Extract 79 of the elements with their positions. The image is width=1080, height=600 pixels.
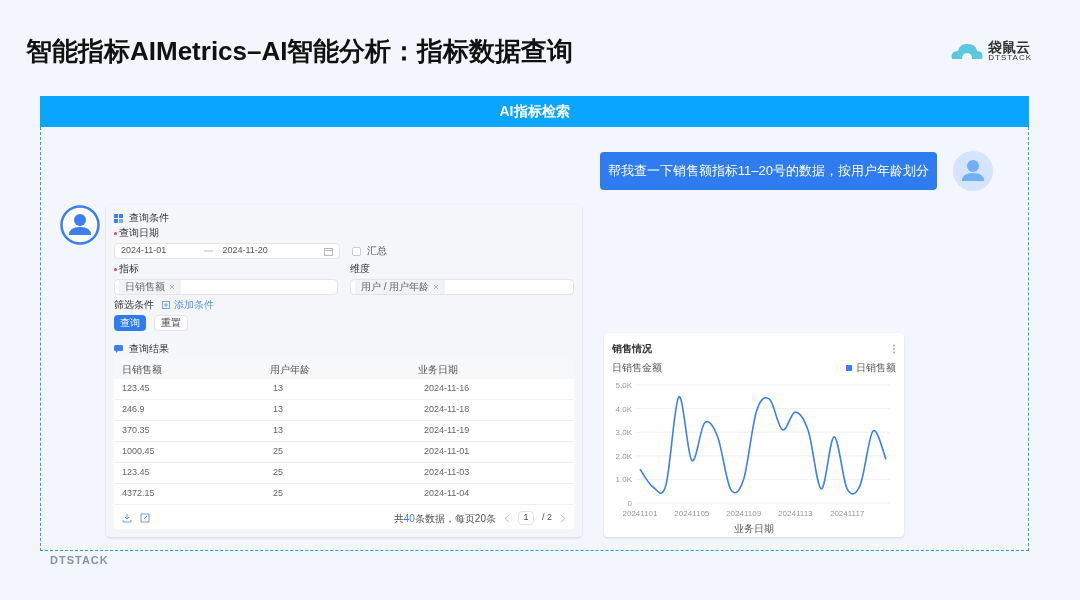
calendar-icon — [324, 246, 333, 256]
user-message-bubble: 帮我查一下销售额指标11–20号的数据，按用户年龄划分 — [599, 152, 937, 190]
table-cell-text: 25 — [273, 445, 284, 459]
required-icon — [114, 267, 117, 271]
table-cell-text: 25 — [273, 487, 284, 501]
chart-title: 销售情况 — [612, 342, 652, 356]
slide-title: 智能指标AIMetrics–AI智能分析：指标数据查询 — [26, 38, 574, 64]
section-title: 查询条件 — [129, 213, 169, 223]
table-cell-text: 2024-11-03 — [424, 466, 471, 480]
add-filter-link[interactable]: 添加条件 — [162, 300, 214, 310]
close-icon[interactable] — [169, 284, 175, 290]
section-title: 查询结果 — [129, 344, 169, 354]
x-tick-label: 20241105 — [674, 509, 710, 518]
x-tick-label: 20241109 — [726, 509, 762, 518]
y-tick-label: 2.0K — [615, 451, 632, 461]
summary-checkbox[interactable] — [352, 246, 361, 256]
close-icon[interactable] — [433, 284, 440, 290]
table-cell-text: 2024-11-19 — [424, 424, 471, 438]
x-tick-label: 20241101 — [622, 509, 658, 518]
legend-label: 日销售额 — [856, 361, 896, 375]
y-tick-label: 3.0K — [615, 428, 632, 438]
table-cell-text: 4372.15 — [122, 487, 156, 501]
end-date: 2024-11-20 — [222, 244, 268, 258]
table-cell-text: 13 — [273, 382, 284, 396]
plus-icon — [162, 301, 170, 309]
total-count: 共40条数据，每页20条 — [393, 511, 496, 526]
table-cell-text: 370.35 — [122, 424, 151, 438]
filter-label: 筛选条件 — [114, 300, 154, 310]
section-header: AI指标检索 — [40, 96, 1029, 127]
table-cell-text: 25 — [273, 466, 284, 480]
x-axis-title: 业务日期 — [734, 522, 774, 536]
dimension-select[interactable]: 用户 / 用户年龄 — [350, 279, 574, 295]
y-tick-label: 1.0K — [615, 475, 632, 485]
date-range-field[interactable]: 2024-11-01 2024-11-20 — [114, 243, 340, 259]
user-avatar-icon — [60, 205, 100, 245]
y-tick-label: 4.0K — [615, 404, 632, 414]
query-button[interactable]: 查询 — [114, 315, 146, 331]
column-header: 业务日期 — [418, 362, 459, 377]
x-tick-label: 20241113 — [778, 509, 813, 518]
footer-logo-text: DTSTACK — [50, 553, 110, 568]
start-date: 2024-11-01 — [121, 244, 167, 258]
table-cell-text: 246.9 — [122, 403, 146, 417]
page-input[interactable]: 1 — [518, 511, 534, 525]
y-tick-label: 5.0K — [615, 381, 632, 390]
metric-select[interactable]: 日销售额 — [114, 279, 338, 295]
selected-tag: 日销售额 — [119, 280, 181, 294]
next-page-icon[interactable] — [560, 513, 566, 523]
page-total: / 2 — [542, 511, 552, 525]
checkbox-label: 汇总 — [367, 246, 387, 256]
x-tick-label: 20241117 — [829, 509, 865, 518]
logo-subtext: DTSTACK — [988, 54, 1032, 62]
column-header: 日销售额 — [122, 362, 163, 377]
field-label: 维度 — [350, 264, 370, 274]
table-cell-text: 13 — [273, 403, 284, 417]
more-icon[interactable] — [892, 343, 896, 354]
y-axis-title: 日销售金额 — [612, 361, 662, 375]
export-icon[interactable] — [140, 513, 150, 523]
table-cell-text: 13 — [273, 424, 284, 438]
field-label: 查询日期 — [119, 228, 159, 238]
field-label: 指标 — [119, 264, 139, 274]
previous-page-icon[interactable] — [504, 513, 510, 523]
column-header: 用户年龄 — [270, 362, 311, 377]
grid-icon — [114, 213, 123, 223]
table-cell-text: 123.45 — [122, 466, 151, 480]
table-cell-text: 2024-11-01 — [424, 445, 471, 459]
table-cell-text: 2024-11-16 — [424, 382, 471, 396]
table-cell-text: 2024-11-04 — [424, 487, 471, 501]
chat-result-icon — [114, 345, 123, 353]
download-icon[interactable] — [122, 513, 132, 523]
required-icon — [114, 231, 117, 235]
table-cell-text: 2024-11-18 — [424, 403, 471, 417]
reset-button[interactable]: 重置 — [154, 315, 188, 331]
table-cell-text: 123.45 — [122, 382, 151, 396]
cloud-logo-icon — [950, 41, 985, 61]
logo-text: 袋鼠云 — [988, 40, 1032, 54]
table-cell-text: 1000.45 — [122, 445, 156, 459]
y-tick-label: 0 — [627, 499, 632, 508]
selected-tag: 用户 / 用户年龄 — [355, 280, 446, 294]
user-avatar-icon — [953, 151, 993, 191]
